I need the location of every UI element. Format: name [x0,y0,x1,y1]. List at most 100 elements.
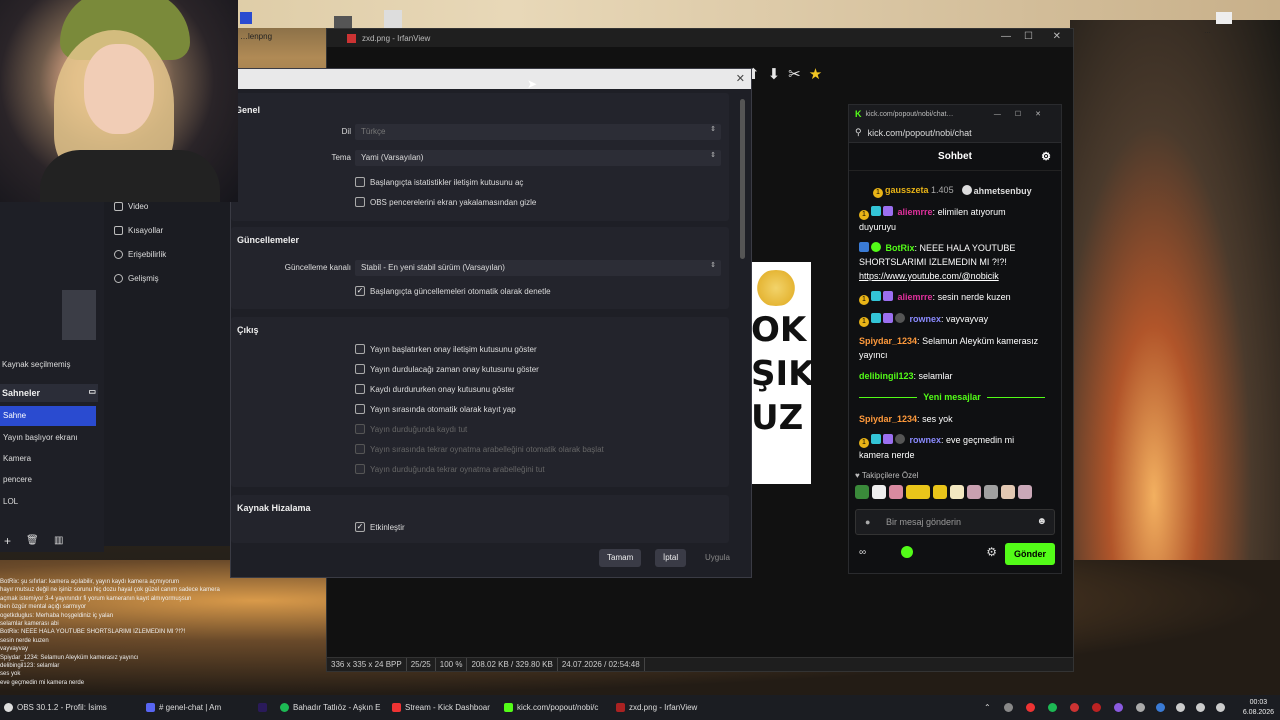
desktop-icon-topright[interactable] [1216,12,1232,24]
theme-select[interactable]: Yami (Varsayılan) ⇕ [355,150,721,166]
checkbox-confirm-stop-stream[interactable]: Yayın durdulacağı zaman onay kutusunu gö… [355,364,539,374]
emote-icon[interactable] [1018,485,1032,499]
dock-icon[interactable]: ▭ [88,387,96,396]
checkbox-stats-dialog[interactable]: Başlangıçta istatistikler iletişim kutus… [355,177,523,187]
language-select[interactable]: Türkçe ⇕ [355,124,721,140]
scene-item[interactable]: LOL [0,492,96,512]
checkbox-enable-snapping[interactable]: ✓ Etkinleştir [355,522,405,532]
desktop-image-icon[interactable] [384,10,402,28]
chat-user[interactable]: aliemrre [898,207,933,217]
chevron-up-icon[interactable]: ⌃ [984,703,993,712]
irfanview-titlebar[interactable]: zxd.png - IrfanView [327,29,1073,47]
menu-video[interactable]: Video [114,202,148,211]
star-icon[interactable]: ★ [809,65,822,83]
microphone-icon[interactable] [1176,703,1185,712]
chat-user[interactable]: rownex [910,435,942,445]
checkbox-box[interactable] [355,404,365,414]
emote-icon[interactable] [984,485,998,499]
scrollbar[interactable] [740,99,745,259]
tray-icon[interactable] [1114,703,1123,712]
chat-user[interactable]: Spiydar_1234 [859,414,917,424]
checkbox-box[interactable]: ✓ [355,286,365,296]
taskbar-item-obs[interactable]: OBS 30.1.2 - Profil: İsims [4,695,136,720]
scene-item[interactable]: pencere [0,470,96,490]
kick-badge-icon[interactable] [901,546,913,558]
tray-icon[interactable] [1092,703,1101,712]
scene-item[interactable]: Sahne [0,406,96,426]
window-controls-icon[interactable]: —☐✕ [994,110,1061,118]
menu-hotkeys[interactable]: Kısayollar [114,226,163,235]
taskbar-item-spotify[interactable]: Bahadır Tatlıöz - Aşkın E [280,695,384,720]
chat-user[interactable]: aliemrre [898,292,933,302]
desktop-app-icon[interactable] [240,12,252,24]
scene-item[interactable]: Yayın başlıyor ekranı [0,428,96,448]
minimize-icon[interactable]: — [1001,31,1011,42]
bluetooth-icon[interactable] [1156,703,1165,712]
taskbar-item-irfanview[interactable]: zxd.png - IrfanView [616,695,720,720]
emote-icon[interactable] [933,485,947,499]
emote-icon[interactable] [906,485,930,499]
cancel-button[interactable]: İptal [655,549,687,567]
chat-user[interactable]: BotRix [886,243,915,253]
close-icon[interactable]: ✕ [1053,31,1061,42]
update-channel-select[interactable]: Stabil - En yeni stabil sürüm (Varsayıla… [355,260,721,276]
tray-icon[interactable] [1026,703,1035,712]
send-button[interactable]: Gönder [1005,543,1055,565]
tray-icon[interactable] [1136,703,1145,712]
checkbox-box[interactable] [355,197,365,207]
checkbox-box[interactable] [355,364,365,374]
taskbar-item-premiere[interactable] [258,695,272,720]
checkbox-auto-update[interactable]: ✓ Başlangıçta güncellemeleri otomatik ola… [355,286,551,296]
tray-icon[interactable] [1048,703,1057,712]
emote-icon[interactable] [889,485,903,499]
emoji-icon[interactable]: ☻ [1036,516,1047,527]
chat-user[interactable]: Spiydar_1234 [859,336,917,346]
checkbox-confirm-stop-record[interactable]: Kaydı durdururken onay kutusunu göster [355,384,515,394]
close-icon[interactable]: ✕ [736,72,745,85]
clock[interactable]: 00:03 6.08.2026 [1243,698,1274,718]
emote-icon[interactable] [855,485,869,499]
tools-icon[interactable]: ✂ [788,65,801,83]
chat-message-input[interactable]: Bir mesaj gönderin [855,509,1055,535]
emote-icon[interactable] [1001,485,1015,499]
user-settings-icon[interactable]: ⚙ [1041,150,1051,163]
checkbox-auto-record[interactable]: Yayın sırasında otomatik olarak kayıt ya… [355,404,516,414]
volume-icon[interactable] [1216,703,1225,712]
taskbar-item-kick[interactable]: kick.com/popout/nobi/c [504,695,608,720]
chat-titlebar[interactable]: K kick.com/popout/nobi/chat… —☐✕ [849,105,1061,123]
menu-accessibility[interactable]: Erişebilirlik [114,250,166,259]
chat-user[interactable]: delibingil123 [859,371,914,381]
taskbar-item-discord[interactable]: # genel-chat | Am [146,695,250,720]
wifi-icon[interactable] [1196,703,1205,712]
maximize-icon[interactable]: ☐ [1024,31,1033,42]
checkbox-label: Yayın durdulacağı zaman onay kutusunu gö… [370,364,539,374]
scene-item[interactable]: Kamera [0,449,96,469]
filter-scene-icon[interactable]: ▥ [54,535,63,546]
chat-link[interactable]: https://www.youtube.com/@nobicik [859,271,999,281]
menu-advanced[interactable]: Gelişmiş [114,274,159,283]
checkbox-confirm-start-stream[interactable]: Yayın başlatırken onay iletişim kutusunu… [355,344,537,354]
checkbox-box[interactable] [355,384,365,394]
chat-url-bar[interactable]: ⚲ kick.com/popout/nobi/chat [849,123,1061,143]
checkbox-box[interactable] [355,344,365,354]
checkbox-hide-capture[interactable]: OBS pencerelerini ekran yakalamasından g… [355,197,536,207]
ok-button[interactable]: Tamam [599,549,642,567]
points-icon[interactable]: ∞ [859,547,866,558]
delete-scene-icon[interactable]: 🗑 [26,535,39,546]
arrow-down-icon[interactable]: ⬇ [768,65,781,83]
checkbox-box[interactable] [355,177,365,187]
tray-icon[interactable] [1004,703,1013,712]
checkbox-box[interactable]: ✓ [355,522,365,532]
settings-titlebar[interactable] [231,69,751,89]
overlay-line: selamlar kamerası abi [0,621,59,628]
emote-icon[interactable] [950,485,964,499]
taskbar-item-browser[interactable]: Stream - Kick Dashboar [392,695,496,720]
add-scene-icon[interactable]: + [4,534,11,548]
chat-user[interactable]: rownex [910,314,942,324]
apply-button[interactable]: Uygula [697,549,738,567]
emote-icon[interactable] [967,485,981,499]
tray-icon[interactable] [1070,703,1079,712]
badge-icon [871,434,881,444]
emote-icon[interactable] [872,485,886,499]
gear-icon[interactable]: ⚙ [986,545,997,559]
